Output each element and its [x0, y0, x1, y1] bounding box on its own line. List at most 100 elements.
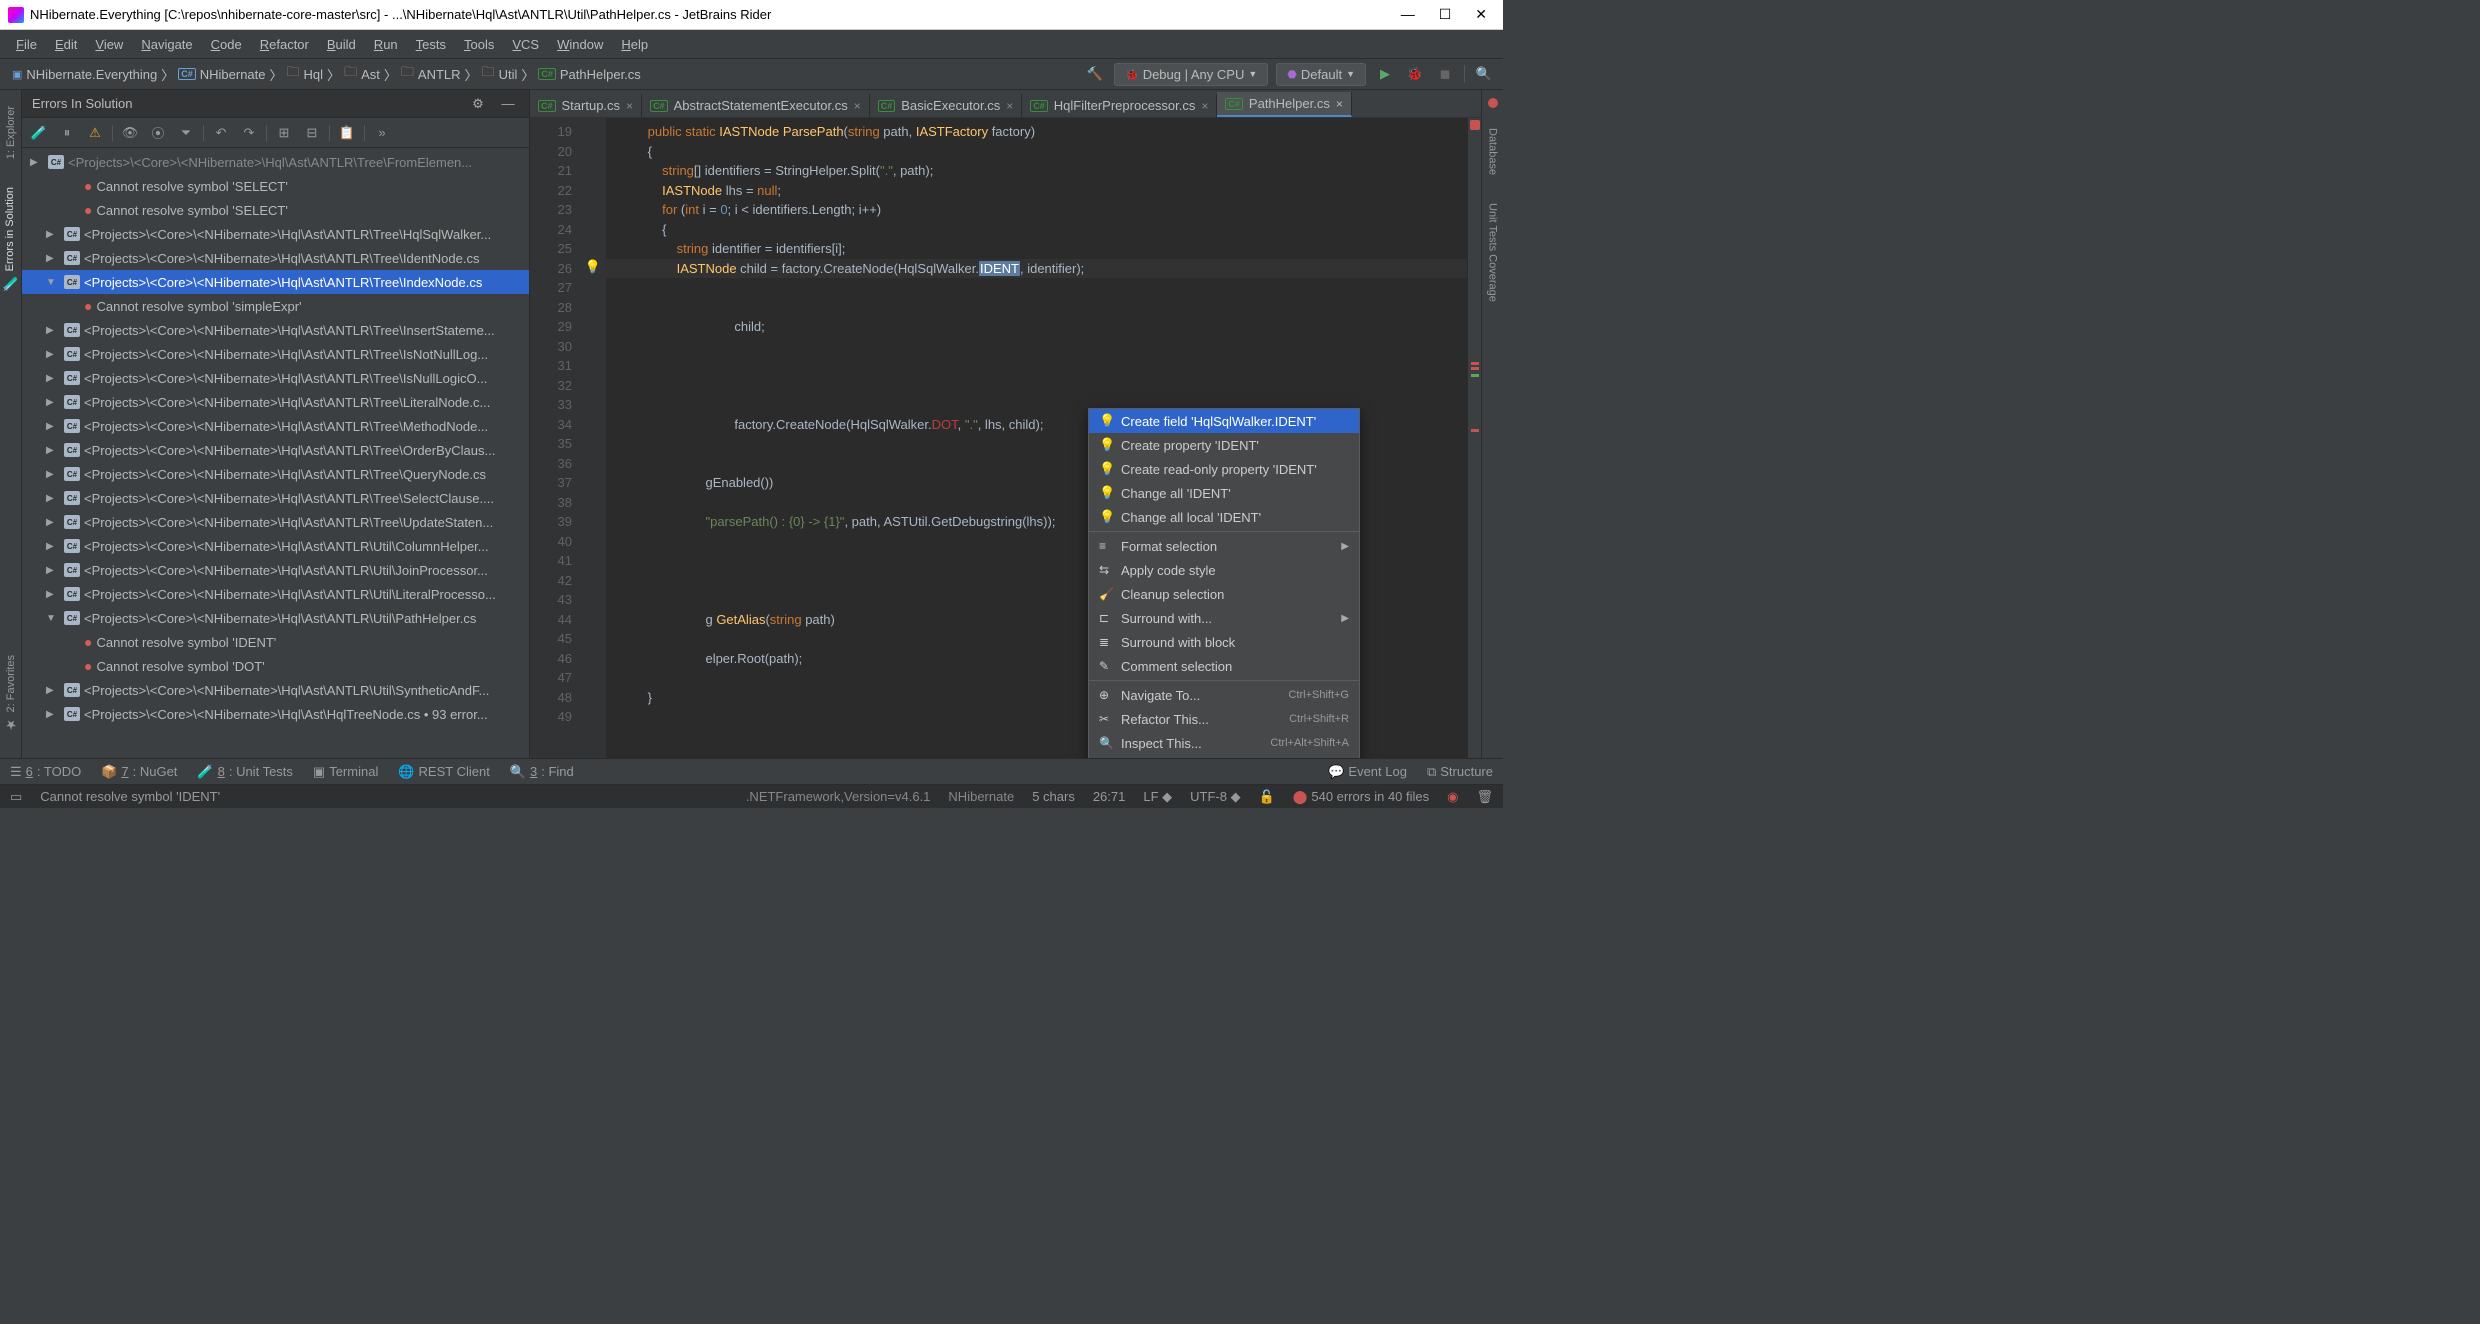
breadcrumb-2[interactable]: 🗀 Hql — [283, 63, 328, 85]
menu-navigate[interactable]: Navigate — [133, 35, 200, 54]
close-tab-icon[interactable]: × — [626, 99, 633, 113]
menu-item-surround-with---[interactable]: ⊏Surround with...▶ — [1089, 606, 1359, 630]
tree-file-row[interactable]: C#<Projects>\<Core>\<NHibernate>\Hql\Ast… — [22, 222, 529, 246]
tree-error-row[interactable]: Cannot resolve symbol 'SELECT' — [22, 174, 529, 198]
menu-item-format-selection[interactable]: ≡Format selection▶ — [1089, 534, 1359, 558]
menu-item-surround-with-block[interactable]: ≣Surround with block — [1089, 630, 1359, 654]
prev-icon[interactable]: ↶ — [210, 122, 232, 144]
bulb-gutter[interactable]: 💡 — [580, 118, 606, 758]
search-icon[interactable]: 🔍 — [1473, 63, 1495, 85]
tree-file-row[interactable]: C#<Projects>\<Core>\<NHibernate>\Hql\Ast… — [22, 702, 529, 726]
errors-tree[interactable]: C#<Projects>\<Core>\<NHibernate>\Hql\Ast… — [22, 148, 529, 758]
menu-code[interactable]: Code — [203, 35, 250, 54]
run-config-dropdown[interactable]: ⬣ Default ▼ — [1276, 63, 1366, 86]
menu-refactor[interactable]: Refactor — [252, 35, 317, 54]
tree-file-row[interactable]: C#<Projects>\<Core>\<NHibernate>\Hql\Ast… — [22, 462, 529, 486]
breadcrumb-4[interactable]: 🗀 ANTLR — [397, 63, 465, 85]
tree-file-row[interactable]: C#<Projects>\<Core>\<NHibernate>\Hql\Ast… — [22, 606, 529, 630]
warning-icon[interactable]: ⚠ — [84, 122, 106, 144]
tree-file-row[interactable]: C#<Projects>\<Core>\<NHibernate>\Hql\Ast… — [22, 270, 529, 294]
editor-tab-basicexecutor[interactable]: C#BasicExecutor.cs× — [870, 94, 1023, 117]
tree-file-row[interactable]: C#<Projects>\<Core>\<NHibernate>\Hql\Ast… — [22, 534, 529, 558]
close-tab-icon[interactable]: × — [1336, 97, 1343, 111]
menu-run[interactable]: Run — [366, 35, 406, 54]
hide-icon[interactable]: 👁 — [119, 122, 141, 144]
status-line-ending[interactable]: LF ◆ — [1143, 789, 1172, 805]
status-framework[interactable]: .NETFramework,Version=v4.6.1 — [746, 789, 931, 804]
editor-tab-hqlfilterpreprocessor[interactable]: C#HqlFilterPreprocessor.cs× — [1022, 94, 1217, 117]
menu-edit[interactable]: Edit — [47, 35, 85, 54]
bottom-tab-struct[interactable]: ⧉ Structure — [1427, 764, 1493, 780]
run-button[interactable]: ▶ — [1374, 63, 1396, 85]
lightbulb-icon[interactable]: 💡 — [580, 259, 606, 275]
editor-tab-abstractstatementexecutor[interactable]: C#AbstractStatementExecutor.cs× — [642, 94, 870, 117]
menu-item-create-field--hqlsqlwalker-ident-[interactable]: 💡Create field 'HqlSqlWalker.IDENT' — [1089, 409, 1359, 433]
breadcrumb-5[interactable]: 🗀 Util — [478, 63, 522, 85]
stop-button[interactable]: ◼ — [1434, 63, 1456, 85]
close-tab-icon[interactable]: × — [1006, 99, 1013, 113]
status-errors[interactable]: ⬤ 540 errors in 40 files — [1293, 789, 1429, 805]
bottom-tab-bell[interactable]: 💬 Event Log — [1328, 764, 1407, 780]
tree-file-row[interactable]: C#<Projects>\<Core>\<NHibernate>\Hql\Ast… — [22, 342, 529, 366]
tree-file-row[interactable]: C#<Projects>\<Core>\<NHibernate>\Hql\Ast… — [22, 246, 529, 270]
menu-build[interactable]: Build — [319, 35, 364, 54]
right-tab-database[interactable]: Database — [1485, 120, 1501, 183]
tree-file-row[interactable]: C#<Projects>\<Core>\<NHibernate>\Hql\Ast… — [22, 390, 529, 414]
analysis-status-icon[interactable] — [1470, 120, 1480, 130]
breadcrumb-3[interactable]: 🗀 Ast — [340, 63, 384, 85]
close-tab-icon[interactable]: × — [1201, 99, 1208, 113]
menu-item-generate-code---[interactable]: ⟳Generate Code...Alt+Insert — [1089, 755, 1359, 758]
menu-help[interactable]: Help — [613, 35, 656, 54]
code-area[interactable]: 1920212223242526272829303132333435363738… — [530, 118, 1481, 758]
status-lock-icon[interactable]: 🔓 — [1259, 789, 1275, 805]
gear-icon[interactable]: ⚙ — [467, 93, 489, 115]
menu-item-navigate-to---[interactable]: ⊕Navigate To...Ctrl+Shift+G — [1089, 683, 1359, 707]
editor-tab-startup[interactable]: C#Startup.cs× — [530, 94, 642, 117]
menu-item-change-all--ident-[interactable]: 💡Change all 'IDENT' — [1089, 481, 1359, 505]
menu-window[interactable]: Window — [549, 35, 611, 54]
left-tab-1--explorer[interactable]: 1: Explorer — [3, 98, 19, 167]
menu-item-comment-selection[interactable]: ✎Comment selection — [1089, 654, 1359, 678]
tree-error-row[interactable]: Cannot resolve symbol 'DOT' — [22, 654, 529, 678]
bottom-tab-rest[interactable]: 🌐 REST Client — [398, 764, 489, 780]
tree-file-row[interactable]: C#<Projects>\<Core>\<NHibernate>\Hql\Ast… — [22, 678, 529, 702]
tree-file-row[interactable]: C#<Projects>\<Core>\<NHibernate>\Hql\Ast… — [22, 582, 529, 606]
status-encoding[interactable]: UTF-8 ◆ — [1190, 789, 1240, 805]
error-marker-icon[interactable] — [1488, 98, 1498, 108]
minimize-panel-icon[interactable]: — — [497, 93, 519, 115]
close-button[interactable]: ✕ — [1475, 6, 1487, 23]
error-stripe[interactable] — [1467, 118, 1481, 758]
menu-item-create-read-only-property--ident-[interactable]: 💡Create read-only property 'IDENT' — [1089, 457, 1359, 481]
status-trash-icon[interactable]: 🗑 — [1476, 789, 1493, 805]
left-tab-2--favorites[interactable]: ★2: Favorites — [3, 647, 19, 740]
status-project[interactable]: NHibernate — [948, 789, 1014, 804]
breadcrumb-0[interactable]: ▣ NHibernate.Everything — [8, 67, 161, 82]
menu-item-refactor-this---[interactable]: ✂Refactor This...Ctrl+Shift+R — [1089, 707, 1359, 731]
bottom-tab-nuget[interactable]: 📦 7: NuGet — [101, 764, 177, 780]
expand-icon[interactable]: ⊞ — [273, 122, 295, 144]
minimize-button[interactable]: — — [1401, 6, 1415, 23]
flask-icon[interactable]: 🧪 — [28, 122, 50, 144]
menu-file[interactable]: File — [8, 35, 45, 54]
debug-button[interactable]: 🐞 — [1404, 63, 1426, 85]
left-tab-errors-in-solution[interactable]: 🧪Errors in Solution — [0, 179, 20, 299]
right-tab-unit-tests-coverage[interactable]: Unit Tests Coverage — [1485, 195, 1501, 310]
editor-tab-pathhelper[interactable]: C#PathHelper.cs× — [1217, 92, 1351, 117]
menu-item-cleanup-selection[interactable]: 🧹Cleanup selection — [1089, 582, 1359, 606]
tree-file-row[interactable]: C#<Projects>\<Core>\<NHibernate>\Hql\Ast… — [22, 510, 529, 534]
tree-error-row[interactable]: Cannot resolve symbol 'SELECT' — [22, 198, 529, 222]
tree-error-row[interactable]: Cannot resolve symbol 'simpleExpr' — [22, 294, 529, 318]
menu-vcs[interactable]: VCS — [504, 35, 547, 54]
menu-view[interactable]: View — [87, 35, 131, 54]
bottom-tab-todo[interactable]: ☰ 6: TODO — [10, 764, 81, 780]
menu-item-inspect-this---[interactable]: 🔍Inspect This...Ctrl+Alt+Shift+A — [1089, 731, 1359, 755]
target-icon[interactable]: ⦿ — [147, 122, 169, 144]
maximize-button[interactable]: ☐ — [1439, 6, 1452, 23]
tree-file-row[interactable]: C#<Projects>\<Core>\<NHibernate>\Hql\Ast… — [22, 486, 529, 510]
close-tab-icon[interactable]: × — [854, 99, 861, 113]
collapse-icon[interactable]: ⊟ — [301, 122, 323, 144]
status-indicator-icon[interactable]: ▭ — [10, 789, 22, 805]
build-config-dropdown[interactable]: 🐞 Debug | Any CPU ▼ — [1114, 63, 1268, 86]
menu-tests[interactable]: Tests — [408, 35, 454, 54]
hammer-icon[interactable]: 🔨 — [1084, 63, 1106, 85]
